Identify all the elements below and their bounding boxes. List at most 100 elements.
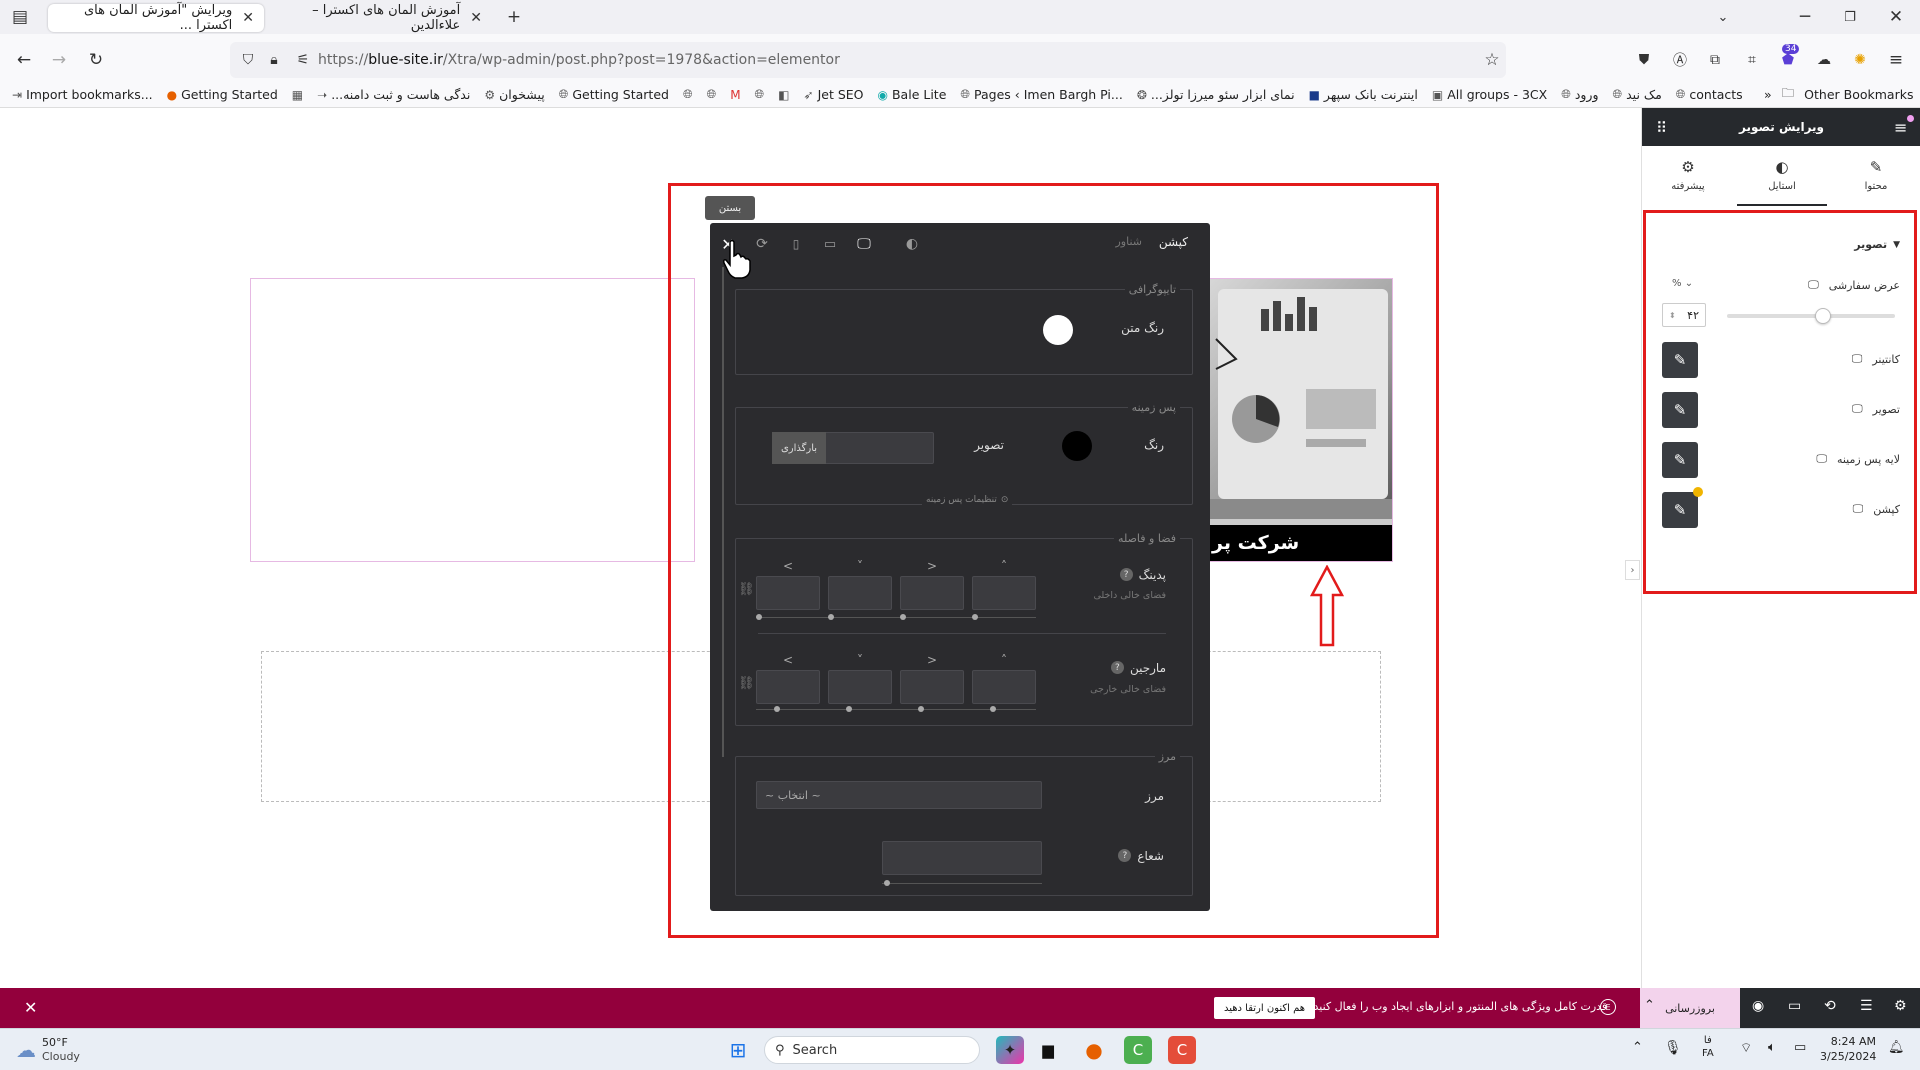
- bookmark-item[interactable]: ❂ ...نمای ابزار سئو میرزا تولز: [1137, 87, 1295, 102]
- close-tab-icon[interactable]: ✕: [242, 10, 254, 26]
- bookmark-item[interactable]: ◉ Bale Lite: [878, 87, 947, 102]
- cloud-extension-icon[interactable]: ☁: [1812, 48, 1836, 72]
- menu-hamburger-icon[interactable]: ≡: [1884, 48, 1908, 72]
- margin-left-input[interactable]: [756, 670, 820, 704]
- mobile-device-icon[interactable]: ▯: [784, 233, 808, 255]
- back-arrow-icon[interactable]: ←: [12, 48, 36, 72]
- slider-handle[interactable]: [918, 706, 924, 712]
- new-tab-plus-icon[interactable]: +: [502, 5, 526, 29]
- custom-width-input[interactable]: ⬍ ۴۲: [1662, 303, 1706, 327]
- link-values-icon[interactable]: ⛓: [738, 676, 755, 691]
- clock[interactable]: 8:24 AM 3/25/2024: [1820, 1034, 1876, 1064]
- responsive-mode-icon[interactable]: ▭: [1788, 998, 1801, 1014]
- firefox-icon[interactable]: ●: [1080, 1036, 1108, 1064]
- background-settings-link[interactable]: تنظیمات پس زمینه ⊙: [922, 495, 1013, 505]
- bookmark-item[interactable]: M: [730, 88, 740, 102]
- help-icon[interactable]: ?: [1118, 849, 1132, 862]
- bookmark-item[interactable]: ➝ ...ندگی هاست و ثبت دامنه: [317, 87, 470, 102]
- taskbar-search[interactable]: ⚲ Search: [764, 1036, 980, 1064]
- text-color-swatch[interactable]: [1043, 315, 1073, 345]
- bookmark-item[interactable]: ▣ All groups - 3CX: [1432, 87, 1547, 102]
- slider-handle[interactable]: [774, 706, 780, 712]
- battery-icon[interactable]: ▭: [1794, 1040, 1806, 1055]
- desktop-icon[interactable]: 🖵︎: [1853, 502, 1864, 516]
- crop-icon[interactable]: ⌗: [1740, 48, 1764, 72]
- section-header-image[interactable]: ▼ تصویر: [1854, 238, 1900, 251]
- bookmark-item[interactable]: 🌐︎ contacts: [1676, 87, 1743, 102]
- tab-list-icon[interactable]: ▤: [8, 5, 32, 29]
- bookmark-item[interactable]: 🌐︎: [707, 87, 717, 102]
- language-indicator[interactable]: فا FA: [1702, 1034, 1714, 1060]
- menu-hamburger-icon[interactable]: ≡: [1894, 118, 1907, 137]
- caption-edit-button[interactable]: ✎: [1662, 492, 1698, 528]
- tab-style[interactable]: ◐ استایل: [1737, 158, 1827, 206]
- url-bar[interactable]: https://blue-site.ir/Xtra/wp-admin/post.…: [230, 42, 1506, 78]
- update-button[interactable]: بروزرسانی: [1640, 988, 1740, 1028]
- desktop-icon[interactable]: 🖵︎: [1808, 278, 1819, 292]
- restore-icon[interactable]: ❐: [1838, 5, 1862, 29]
- border-radius-input[interactable]: [882, 841, 1042, 875]
- bookmark-item[interactable]: 🌐︎: [755, 87, 765, 102]
- collapse-sidebar-toggle[interactable]: ›: [1625, 560, 1640, 580]
- empty-column[interactable]: [250, 278, 695, 562]
- help-icon[interactable]: ?: [1119, 568, 1133, 581]
- weather-widget[interactable]: ☁ 50°F Cloudy: [16, 1036, 80, 1064]
- tab-content[interactable]: ✎ محتوا: [1831, 158, 1920, 206]
- link-values-icon[interactable]: ⛓: [738, 582, 755, 597]
- desktop-icon[interactable]: 🖵︎: [1816, 452, 1827, 466]
- padding-right-input[interactable]: [900, 576, 964, 610]
- bookmark-item[interactable]: 🌐︎: [683, 87, 693, 102]
- slider-handle[interactable]: [900, 614, 906, 620]
- upgrade-button[interactable]: هم اکنون ارتقا دهید: [1214, 997, 1316, 1019]
- desktop-icon[interactable]: 🖵︎: [1852, 352, 1863, 366]
- slider-handle[interactable]: [884, 880, 890, 886]
- windows-start-icon[interactable]: ⊞: [724, 1036, 752, 1064]
- window-close-icon[interactable]: ✕: [1884, 5, 1908, 29]
- desktop-device-icon[interactable]: 🖵︎: [852, 233, 876, 255]
- green-app-icon[interactable]: C: [1124, 1036, 1152, 1064]
- margin-bottom-input[interactable]: [828, 670, 892, 704]
- extensions-puzzle-icon[interactable]: ⧉: [1703, 48, 1727, 72]
- red-app-icon[interactable]: C: [1168, 1036, 1196, 1064]
- desktop-icon[interactable]: 🖵︎: [1852, 402, 1863, 416]
- copilot-icon[interactable]: ✦: [996, 1036, 1024, 1064]
- bookmark-item[interactable]: ➶ Jet SEO: [804, 87, 864, 102]
- bookmark-item[interactable]: ⚙ پیشخوان: [484, 87, 544, 102]
- container-edit-button[interactable]: ✎: [1662, 342, 1698, 378]
- tablet-device-icon[interactable]: ▭: [818, 233, 842, 255]
- preview-eye-icon[interactable]: ◉: [1752, 998, 1764, 1014]
- slider-thumb[interactable]: [1815, 308, 1831, 324]
- bookmark-item[interactable]: ◧: [778, 88, 789, 102]
- sun-extension-icon[interactable]: ✺: [1848, 48, 1872, 72]
- bookmark-item[interactable]: 🌐︎ Pages ‹ Imen Bargh Pi...: [960, 87, 1122, 102]
- image-edit-button[interactable]: ✎: [1662, 392, 1698, 428]
- scrollbar[interactable]: [722, 267, 724, 757]
- notification-bell-icon[interactable]: 🔔︎: [1888, 1040, 1905, 1055]
- popover-tab-caption[interactable]: کپشن: [1159, 235, 1188, 249]
- bookmark-item[interactable]: ● Getting Started: [167, 87, 278, 102]
- border-type-select[interactable]: ~ انتخاب ~: [756, 781, 1042, 809]
- tab-inactive[interactable]: ✕ آموزش المان های اکسترا – علاءالدین: [272, 3, 492, 33]
- slider-handle[interactable]: [990, 706, 996, 712]
- shield-icon[interactable]: ⛉: [236, 48, 260, 72]
- padding-bottom-input[interactable]: [828, 576, 892, 610]
- tab-active[interactable]: ✕ ویرایش "آموزش المان های اکسترا ...: [48, 3, 264, 33]
- terminal-icon[interactable]: ▆: [1034, 1036, 1062, 1064]
- tab-advanced[interactable]: ⚙ پیشرفته: [1643, 158, 1733, 206]
- permissions-icon[interactable]: ⚟: [291, 48, 315, 72]
- close-notice-icon[interactable]: ✕: [24, 998, 37, 1017]
- speaker-icon[interactable]: 🔈︎: [1768, 1040, 1776, 1055]
- bookmark-item[interactable]: ▦: [292, 88, 303, 102]
- widgets-grid-icon[interactable]: ⠿: [1656, 119, 1667, 137]
- bookmark-star-icon[interactable]: ☆: [1480, 48, 1504, 72]
- bookmark-item[interactable]: 🌐︎ مک نید: [1613, 87, 1662, 102]
- stepper-icon[interactable]: ⬍: [1669, 311, 1676, 320]
- slider-handle[interactable]: [828, 614, 834, 620]
- unit-selector[interactable]: % ⌄: [1672, 278, 1693, 289]
- margin-top-input[interactable]: [972, 670, 1036, 704]
- bookmark-item[interactable]: 🌐︎ Getting Started: [559, 87, 669, 102]
- wifi-icon[interactable]: ⌔: [1740, 1040, 1752, 1056]
- background-color-swatch[interactable]: [1062, 431, 1092, 461]
- slider-handle[interactable]: [972, 614, 978, 620]
- padding-top-input[interactable]: [972, 576, 1036, 610]
